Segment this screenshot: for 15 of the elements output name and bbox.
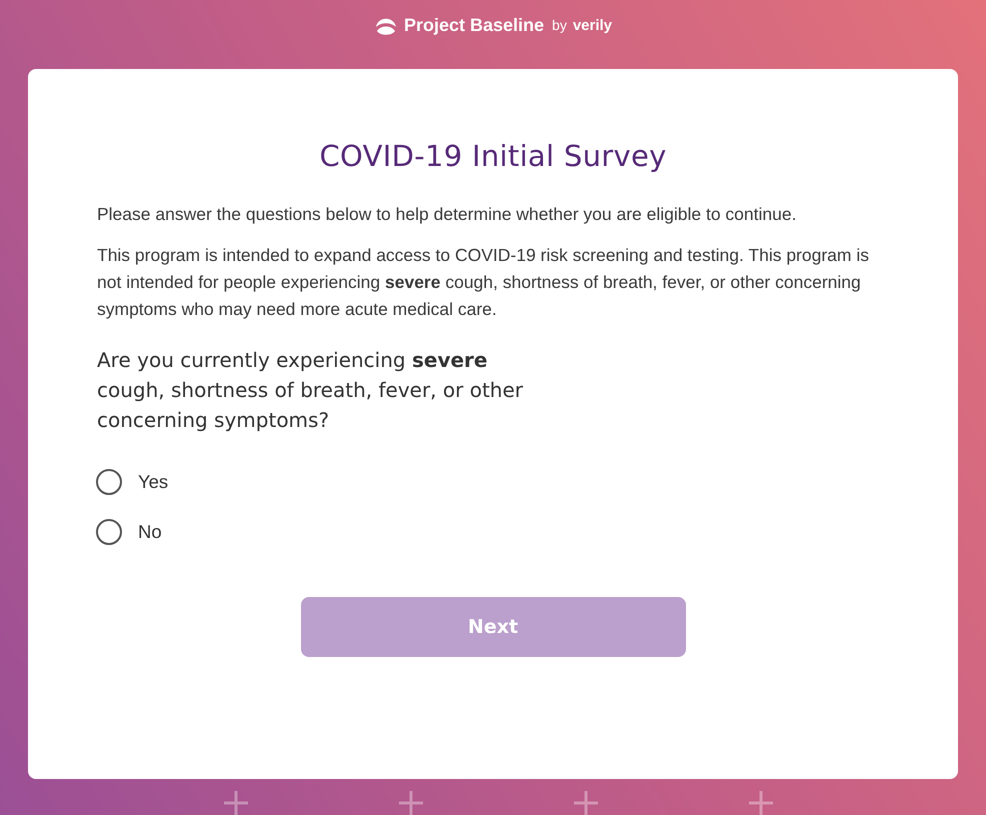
partner-name: verily (572, 16, 612, 34)
survey-title: COVID-19 Initial Survey (318, 138, 668, 173)
brand-name: Project Baseline (404, 14, 544, 36)
plus-icon (574, 791, 598, 815)
plus-icon (224, 791, 248, 815)
plus-icon (748, 791, 772, 815)
intro-text: Please answer the questions below to help determine whether you are eligible to continue. (97, 202, 798, 226)
question-text: Are you currently experiencing severe cough, shortness of breath, fever, or other concerning symptoms? (97, 346, 524, 434)
plus-icon (398, 791, 422, 815)
radio-button[interactable] (96, 468, 122, 495)
by-label: by (552, 17, 567, 34)
radio-button[interactable] (96, 518, 122, 545)
option-label[interactable]: No (138, 520, 162, 543)
notice-text: This program is intended to expand access to COVID-19 risk screening and testing. This program is not intended for people experiencing severe cough, shortness of breath, fever, or other concerning symptoms who may need more acute medical care. (97, 244, 870, 321)
option-label[interactable]: Yes (138, 470, 168, 493)
